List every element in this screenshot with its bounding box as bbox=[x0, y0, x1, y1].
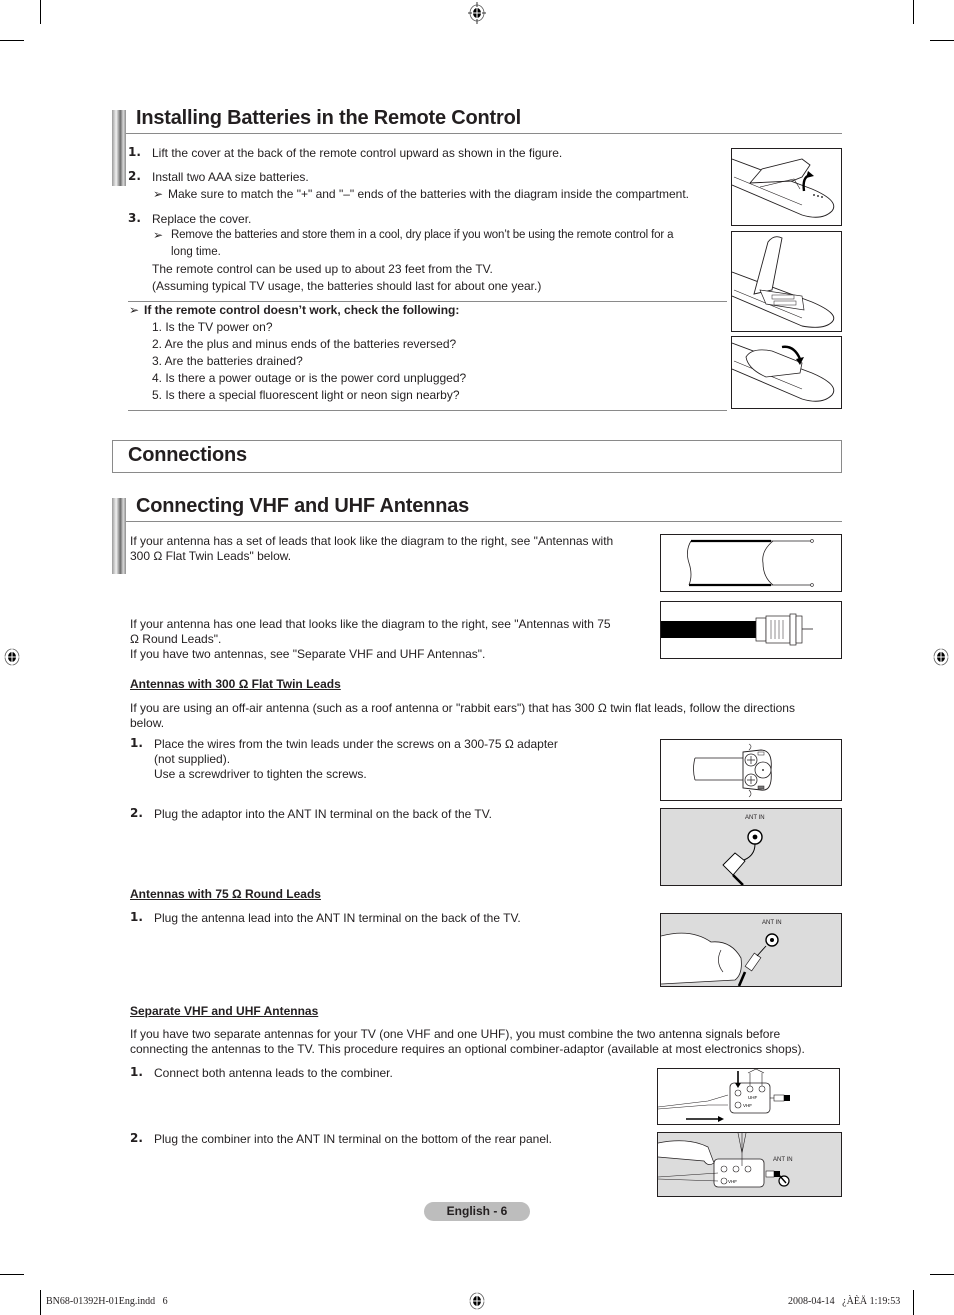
registration-mark-icon bbox=[468, 2, 486, 24]
crop-mark bbox=[0, 1274, 24, 1275]
vhf-label: VHF bbox=[743, 1103, 752, 1108]
figure-round-lead-ant-in: ANT IN bbox=[660, 913, 842, 987]
ant-in-label: ANT IN bbox=[773, 1157, 793, 1163]
step-number: 1. bbox=[128, 145, 141, 159]
step-text: Replace the cover. bbox=[152, 212, 252, 226]
step-number: 1. bbox=[130, 736, 143, 750]
step-text: Plug the adaptor into the ANT IN termina… bbox=[154, 807, 492, 821]
check-item: 4. Is there a power outage or is the pow… bbox=[152, 371, 467, 385]
step-note: Make sure to match the "+" and "–" ends … bbox=[168, 187, 689, 201]
intro-text: If your antenna has one lead that looks … bbox=[130, 617, 611, 631]
crop-mark bbox=[40, 1290, 41, 1315]
crop-mark bbox=[930, 1274, 954, 1275]
registration-mark-icon bbox=[468, 1290, 486, 1312]
step-text: (not supplied). bbox=[154, 752, 231, 766]
intro-text: Ω Round Leads". bbox=[130, 632, 222, 646]
step-text: Use a screwdriver to tighten the screws. bbox=[154, 767, 367, 781]
section-title-antennas: Connecting VHF and UHF Antennas bbox=[136, 495, 470, 517]
check-title: If the remote control doesn’t work, chec… bbox=[144, 303, 460, 317]
intro-text: 300 Ω Flat Twin Leads" below. bbox=[130, 549, 292, 563]
registration-mark-icon bbox=[3, 646, 21, 668]
figure-remote-open-cover bbox=[731, 148, 842, 226]
note-marker-icon: ➢ bbox=[129, 303, 140, 317]
figure-combiner-connect: UHF VHF bbox=[657, 1068, 840, 1125]
chapter-title-connections: Connections bbox=[128, 444, 247, 466]
subsection-desc: below. bbox=[130, 716, 165, 730]
figure-300-75-adapter bbox=[660, 739, 842, 801]
note-marker-icon: ➢ bbox=[153, 187, 164, 201]
step-text: Plug the antenna lead into the ANT IN te… bbox=[154, 911, 521, 925]
page-number-badge: English - 6 bbox=[424, 1202, 530, 1221]
intro-text: If your antenna has a set of leads that … bbox=[130, 534, 614, 548]
step-number: 1. bbox=[130, 1065, 143, 1079]
step-number: 2. bbox=[130, 1131, 143, 1145]
subsection-desc: connecting the antennas to the TV. This … bbox=[130, 1042, 805, 1056]
check-item: 1. Is the TV power on? bbox=[152, 320, 273, 334]
subsection-title-round: Antennas with 75 Ω Round Leads bbox=[130, 887, 321, 901]
footer-timestamp: 2008-04-14 ¿ÀÈÄ 1:19:53 bbox=[788, 1296, 901, 1307]
step-note: Remove the batteries and store them in a… bbox=[171, 229, 674, 241]
subsection-desc: If you have two separate antennas for yo… bbox=[130, 1027, 781, 1041]
step-extra: (Assuming typical TV usage, the batterie… bbox=[152, 279, 542, 293]
registration-mark-icon bbox=[932, 646, 950, 668]
figure-flat-twin-lead bbox=[660, 534, 842, 592]
vhf-label: VHF bbox=[728, 1179, 737, 1184]
check-item: 2. Are the plus and minus ends of the ba… bbox=[152, 337, 457, 351]
crop-mark bbox=[913, 0, 914, 24]
crop-mark bbox=[40, 0, 41, 24]
figure-remote-close-cover bbox=[731, 336, 842, 409]
step-number: 3. bbox=[128, 211, 141, 225]
subsection-desc: If you are using an off-air antenna (suc… bbox=[130, 701, 795, 715]
figure-combiner-ant-in: ANT IN VHF bbox=[657, 1132, 842, 1197]
step-number: 1. bbox=[130, 910, 143, 924]
step-extra: The remote control can be used up to abo… bbox=[152, 262, 493, 276]
ant-in-label: ANT IN bbox=[762, 920, 782, 926]
step-text: Install two AAA size batteries. bbox=[152, 170, 309, 184]
section-bar bbox=[112, 498, 126, 574]
subsection-title-flat: Antennas with 300 Ω Flat Twin Leads bbox=[130, 677, 341, 691]
figure-round-coax-lead bbox=[660, 601, 842, 659]
uhf-label: UHF bbox=[748, 1095, 757, 1100]
section-rule bbox=[126, 133, 842, 134]
crop-mark bbox=[930, 40, 954, 41]
subsection-title-separate: Separate VHF and UHF Antennas bbox=[130, 1004, 319, 1018]
figure-adapter-ant-in: ANT IN bbox=[660, 808, 842, 886]
section-rule bbox=[126, 521, 842, 522]
step-text: Connect both antenna leads to the combin… bbox=[154, 1066, 393, 1080]
section-title-batteries: Installing Batteries in the Remote Contr… bbox=[136, 107, 521, 129]
step-number: 2. bbox=[128, 169, 141, 183]
step-text: Lift the cover at the back of the remote… bbox=[152, 146, 563, 160]
note-marker-icon: ➢ bbox=[153, 228, 164, 242]
crop-mark bbox=[0, 40, 24, 41]
section-bar bbox=[112, 110, 126, 186]
step-text: Place the wires from the twin leads unde… bbox=[154, 737, 558, 751]
check-item: 5. Is there a special fluorescent light … bbox=[152, 388, 460, 402]
intro-text: If you have two antennas, see "Separate … bbox=[130, 647, 486, 661]
check-item: 3. Are the batteries drained? bbox=[152, 354, 303, 368]
step-text: Plug the combiner into the ANT IN termin… bbox=[154, 1132, 552, 1146]
crop-mark bbox=[913, 1290, 914, 1315]
step-number: 2. bbox=[130, 806, 143, 820]
ant-in-label: ANT IN bbox=[745, 815, 765, 821]
footer-file-name: BN68-01392H-01Eng.indd 6 bbox=[46, 1296, 168, 1307]
figure-remote-batteries bbox=[731, 231, 842, 332]
divider bbox=[128, 410, 727, 411]
step-note: long time. bbox=[171, 246, 221, 258]
